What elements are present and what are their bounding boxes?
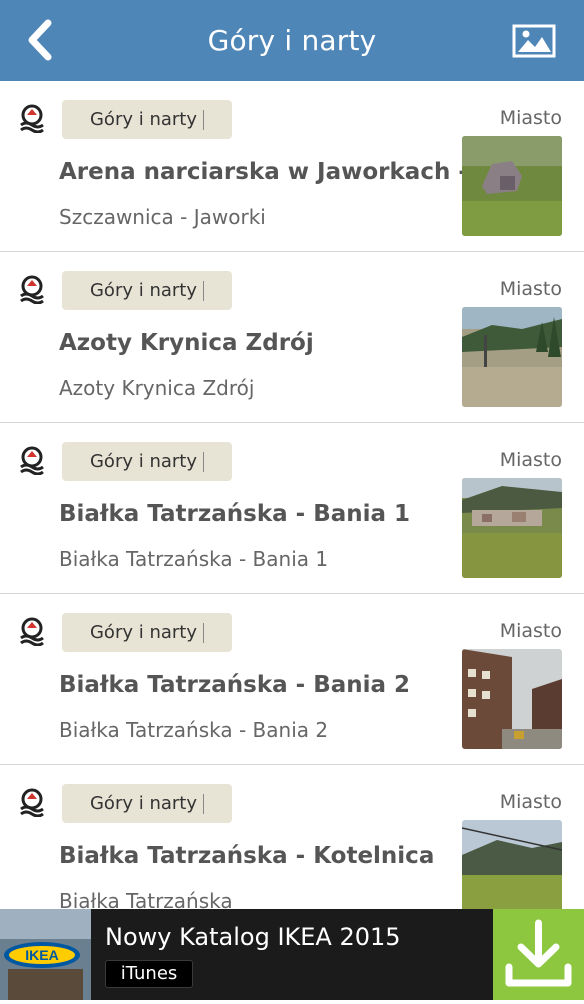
webcam-thumbnail[interactable] <box>462 649 562 749</box>
list-item[interactable]: Góry i narty Białka Tatrzańska - Bania 1… <box>0 423 584 594</box>
provider-logo-icon <box>20 446 44 475</box>
download-button[interactable] <box>493 909 584 1000</box>
category-badge: Góry i narty <box>62 613 232 652</box>
webcam-thumbnail[interactable] <box>462 820 562 909</box>
ad-banner[interactable]: IKEA Nowy Katalog IKEA 2015 iTunes <box>0 909 584 1000</box>
webcam-list: Góry i narty Arena narciarska w Jaworkac… <box>0 81 584 909</box>
app-header: Góry i narty <box>0 0 584 81</box>
item-name: Białka Tatrzańska - Bania 1 <box>59 501 411 527</box>
gallery-button[interactable] <box>512 24 556 58</box>
item-name: Arena narciarska w Jaworkach - <box>59 159 468 185</box>
provider-logo-icon <box>20 788 44 817</box>
item-location: Białka Tatrzańska - Bania 2 <box>59 718 329 742</box>
city-label: Miasto <box>499 449 562 471</box>
webcam-thumbnail[interactable] <box>462 136 562 236</box>
webcam-thumbnail[interactable] <box>462 478 562 578</box>
item-location: Białka Tatrzańska - Bania 1 <box>59 547 329 571</box>
download-icon <box>505 919 572 987</box>
page-title: Góry i narty <box>207 24 377 57</box>
item-location: Azoty Krynica Zdrój <box>59 376 255 400</box>
webcam-thumbnail[interactable] <box>462 307 562 407</box>
item-name: Azoty Krynica Zdrój <box>59 330 314 356</box>
list-item[interactable]: Góry i narty Białka Tatrzańska - Kotelni… <box>0 765 584 909</box>
list-item[interactable]: Góry i narty Arena narciarska w Jaworkac… <box>0 81 584 252</box>
city-label: Miasto <box>499 791 562 813</box>
item-name: Białka Tatrzańska - Bania 2 <box>59 672 411 698</box>
item-location: Szczawnica - Jaworki <box>59 205 266 229</box>
image-icon <box>512 24 556 58</box>
category-badge: Góry i narty <box>62 100 232 139</box>
list-item[interactable]: Góry i narty Białka Tatrzańska - Bania 2… <box>0 594 584 765</box>
ad-title: Nowy Katalog IKEA 2015 <box>105 923 401 951</box>
item-location: Białka Tatrzańska <box>59 889 233 909</box>
provider-logo-icon <box>20 104 44 133</box>
category-badge: Góry i narty <box>62 784 232 823</box>
city-label: Miasto <box>499 620 562 642</box>
provider-logo-icon <box>20 275 44 304</box>
store-badge: iTunes <box>105 960 193 988</box>
city-label: Miasto <box>499 107 562 129</box>
ikea-logo-text: IKEA <box>25 947 58 963</box>
city-label: Miasto <box>499 278 562 300</box>
category-badge: Góry i narty <box>62 271 232 310</box>
category-badge: Góry i narty <box>62 442 232 481</box>
list-item[interactable]: Góry i narty Azoty Krynica Zdrój Azoty K… <box>0 252 584 423</box>
ikea-catalog-image: IKEA <box>0 909 91 1000</box>
item-name: Białka Tatrzańska - Kotelnica <box>59 843 435 869</box>
provider-logo-icon <box>20 617 44 646</box>
